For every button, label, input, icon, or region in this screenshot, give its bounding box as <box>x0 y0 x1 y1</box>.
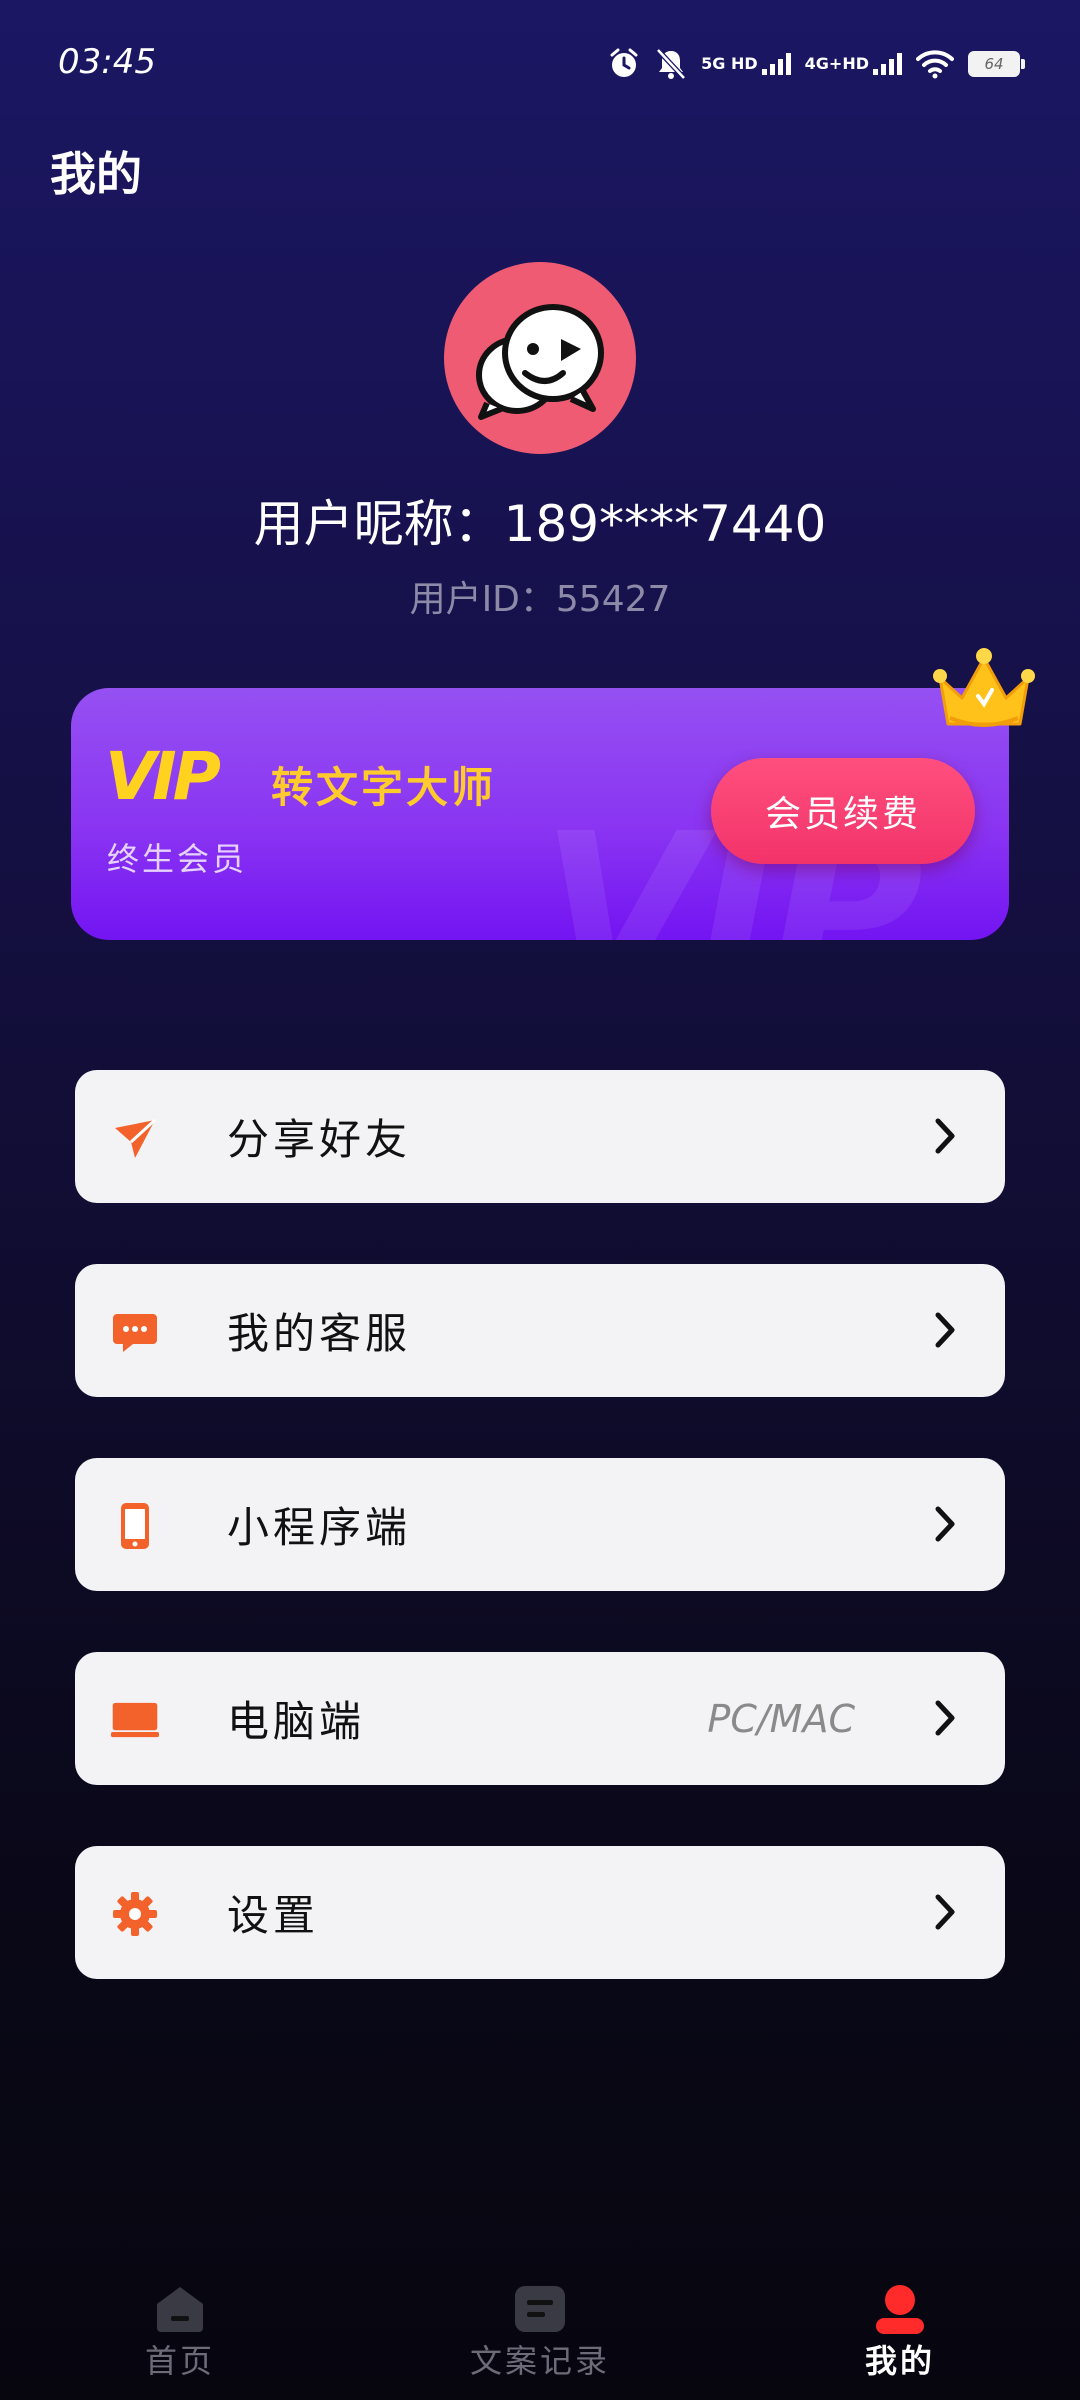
battery-level: 64 <box>984 55 1004 73</box>
signal-5g-icon: 5G HD <box>701 44 791 84</box>
nickname-label: 用户昵称： <box>253 495 504 553</box>
avatar[interactable] <box>444 262 636 454</box>
chat-bubble-icon <box>113 1314 157 1352</box>
menu-label-mini-program: 小程序端 <box>227 1503 412 1552</box>
nav-label-mine: 我的 <box>864 2342 935 2380</box>
nav-tab-records[interactable]: 文案记录 <box>440 2260 640 2400</box>
chevron-right-icon <box>935 1118 955 1154</box>
avatar-mascot-icon <box>476 304 604 420</box>
share-plane-icon <box>115 1118 157 1158</box>
renew-membership-button[interactable]: 会员续费 <box>711 758 975 864</box>
network1-label: 5G HD <box>701 54 758 73</box>
vip-logo: VIP <box>105 738 221 815</box>
renew-label: 会员续费 <box>764 794 921 835</box>
user-id: 用户ID：55427 <box>0 570 1080 622</box>
nav-tab-home[interactable]: 首页 <box>80 2260 280 2400</box>
network2-label: 4G+HD <box>804 54 869 73</box>
chevron-right-icon <box>935 1312 955 1348</box>
user-icon <box>876 2285 924 2334</box>
status-time: 03:45 <box>58 42 156 82</box>
page-title: 我的 <box>50 147 142 201</box>
user-id-label: 用户ID： <box>409 579 556 620</box>
status-icons: 5G HD 4G+HD 64 <box>607 44 1025 84</box>
nav-label-home: 首页 <box>144 2342 215 2380</box>
battery-icon: 64 <box>968 44 1025 84</box>
document-icon <box>515 2286 565 2332</box>
chevron-right-icon <box>935 1894 955 1930</box>
user-id-value: 55427 <box>555 579 671 620</box>
vip-status: 终生会员 <box>107 840 248 878</box>
status-bar: 03:45 5G HD 4G+HD 64 <box>0 0 1080 120</box>
wifi-icon <box>916 44 954 84</box>
menu-item-desktop[interactable]: 电脑端 PC/MAC <box>75 1652 1005 1785</box>
menu-label-share: 分享好友 <box>227 1115 412 1164</box>
mute-icon <box>655 44 687 84</box>
alarm-icon <box>607 44 641 84</box>
vip-app-name: 转文字大师 <box>271 763 497 812</box>
laptop-icon <box>111 1702 159 1738</box>
chevron-right-icon <box>935 1506 955 1542</box>
nav-label-records: 文案记录 <box>469 2342 610 2380</box>
home-icon <box>157 2287 203 2332</box>
vip-card[interactable]: VIP VIP 转文字大师 终生会员 会员续费 <box>71 688 1009 940</box>
chevron-right-icon <box>935 1700 955 1736</box>
crown-icon <box>933 648 1035 727</box>
menu-item-settings[interactable]: 设置 <box>75 1846 1005 1979</box>
bottom-nav: 首页 文案记录 我的 <box>0 2260 1080 2400</box>
nickname-value: 189****7440 <box>503 495 827 553</box>
nav-tab-mine[interactable]: 我的 <box>800 2260 1000 2400</box>
menu-label-settings: 设置 <box>227 1891 320 1940</box>
menu-sub-desktop: PC/MAC <box>707 1696 855 1741</box>
menu-item-share[interactable]: 分享好友 <box>75 1070 1005 1203</box>
menu-item-customer-service[interactable]: 我的客服 <box>75 1264 1005 1397</box>
signal-4g-icon: 4G+HD <box>805 44 902 84</box>
menu-item-mini-program[interactable]: 小程序端 <box>75 1458 1005 1591</box>
menu-label-customer-service: 我的客服 <box>227 1309 412 1358</box>
gear-icon <box>113 1892 157 1936</box>
nickname: 用户昵称：189****7440 <box>0 484 1080 556</box>
menu-label-desktop: 电脑端 <box>227 1697 366 1746</box>
phone-icon <box>121 1503 149 1549</box>
